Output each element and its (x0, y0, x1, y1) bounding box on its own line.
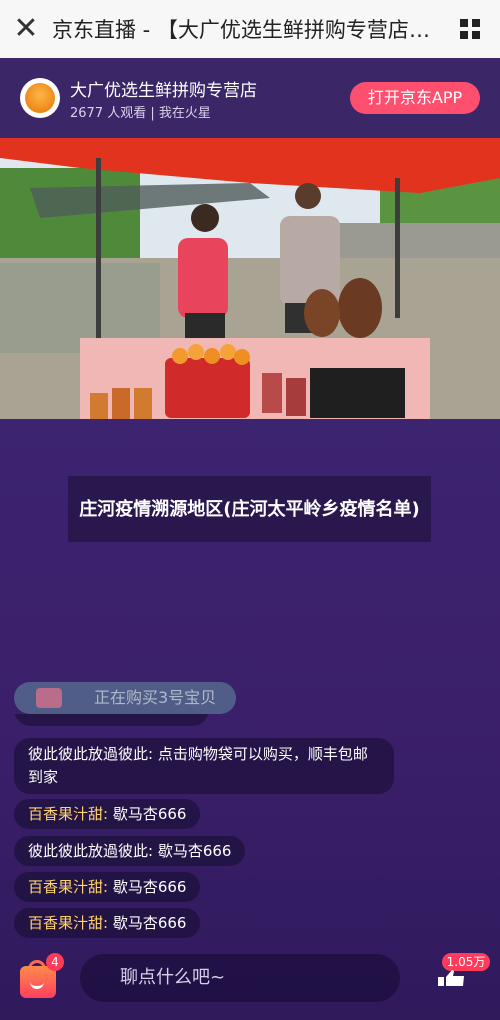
chat-username: 彼此彼此放過彼此: (28, 745, 154, 763)
buying-notice[interactable]: 正在购买3号宝贝 (14, 682, 236, 714)
shopping-bag-icon (36, 688, 62, 708)
menu-button[interactable] (440, 19, 500, 39)
video-frame (0, 138, 500, 419)
chat-text: 歇马杏666 (112, 805, 187, 823)
open-app-button[interactable]: 打开京东APP (350, 82, 480, 114)
chat-username: 百香果汁甜: (28, 878, 109, 896)
grid-menu-icon (460, 19, 480, 39)
store-meta: 2677 人观看 | 我在火星 (70, 102, 211, 121)
chat-message: 彼此彼此放過彼此: 点击购物袋可以购买，顺丰包邮到家 (14, 738, 394, 794)
cart-count-badge: 4 (46, 953, 64, 971)
close-icon[interactable]: ✕ (0, 0, 52, 58)
meta-divider: | (150, 106, 159, 121)
page-title: 京东直播 - 【大广优选生鲜拼购专营店】... (52, 18, 440, 42)
buying-notice-text: 正在购买3号宝贝 (94, 688, 217, 707)
chat-text: 歇马杏666 (157, 842, 232, 860)
store-header: 大广优选生鲜拼购专营店 2677 人观看 | 我在火星 打开京东APP (0, 58, 500, 138)
store-name[interactable]: 大广优选生鲜拼购专营店 (70, 76, 257, 101)
chat-message: 彼此彼此放過彼此: 歇马杏666 (14, 836, 246, 866)
video-caption: 庄河疫情溯源地区(庄河太平岭乡疫情名单) (68, 476, 431, 542)
chat-bubble-hidden (14, 714, 209, 726)
chat-text: 歇马杏666 (112, 914, 187, 932)
store-avatar[interactable] (20, 78, 60, 118)
viewer-count: 2677 人观看 (70, 106, 147, 121)
chat-message: 百香果汁甜: 歇马杏666 (14, 872, 201, 902)
chat-username: 百香果汁甜: (28, 805, 109, 823)
chat-message: 百香果汁甜: 歇马杏666 (14, 799, 201, 829)
browser-top-bar: ✕ 京东直播 - 【大广优选生鲜拼购专营店】... (0, 0, 500, 59)
chat-message: 百香果汁甜: 歇马杏666 (14, 908, 201, 938)
like-icon[interactable] (436, 968, 468, 988)
live-video[interactable] (0, 138, 500, 419)
chat-username: 彼此彼此放過彼此: (28, 842, 154, 860)
chat-username: 百香果汁甜: (28, 914, 109, 932)
chat-input[interactable]: 聊点什么吧~ (80, 954, 400, 1002)
location-text: 我在火星 (158, 106, 211, 121)
chat-text: 歇马杏666 (112, 878, 187, 896)
